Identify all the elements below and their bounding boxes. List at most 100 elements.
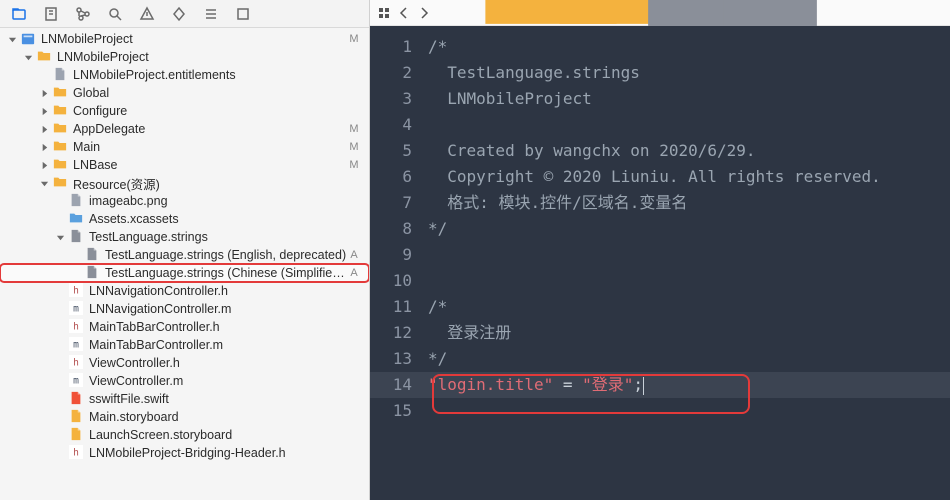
tree-row[interactable]: TestLanguage.strings (Chinese (Simplifie… xyxy=(0,264,369,282)
code-line[interactable]: 4 xyxy=(370,112,950,138)
tree-row[interactable]: h LNMobileProject-Bridging-Header.h xyxy=(0,444,369,462)
disclosure-triangle-icon[interactable] xyxy=(38,87,50,99)
disclosure-triangle-icon[interactable] xyxy=(38,177,50,189)
tree-row[interactable]: Configure xyxy=(0,102,369,120)
tree-row[interactable]: LNMobileProject xyxy=(0,48,369,66)
tree-row[interactable]: m LNNavigationController.m xyxy=(0,300,369,318)
project-navigator: LNMobileProjectM LNMobileProject LNMobileP… xyxy=(0,0,370,500)
nav-source-icon[interactable] xyxy=(42,5,60,23)
nav-symbols-icon[interactable] xyxy=(74,5,92,23)
code-line[interactable]: 6 Copyright © 2020 Liuniu. All rights re… xyxy=(370,164,950,190)
tree-item-label: Main.storyboard xyxy=(89,410,347,424)
h-icon: h xyxy=(68,356,84,370)
tree-row[interactable]: AppDelegateM xyxy=(0,120,369,138)
line-number: 9 xyxy=(370,242,428,268)
code-text: */ xyxy=(428,346,447,372)
tree-row[interactable]: mViewController.m xyxy=(0,372,369,390)
code-line[interactable]: 14"login.title" = "登录"; xyxy=(370,372,950,398)
nav-folder-icon[interactable] xyxy=(10,5,28,23)
tree-row[interactable]: Resource(资源) xyxy=(0,174,369,192)
code-line[interactable]: 5 Created by wangchx on 2020/6/29. xyxy=(370,138,950,164)
disclosure-triangle-icon[interactable] xyxy=(54,231,66,243)
code-line[interactable]: 10 xyxy=(370,268,950,294)
disclosure-triangle-icon[interactable] xyxy=(22,51,34,63)
tree-row[interactable]: TestLanguage.strings xyxy=(0,228,369,246)
scm-status: A xyxy=(347,249,361,261)
svg-text:m: m xyxy=(73,303,79,314)
code-line[interactable]: 11/* xyxy=(370,294,950,320)
line-number: 1 xyxy=(370,34,428,60)
code-line[interactable]: 7 格式: 模块.控件/区域名.变量名 xyxy=(370,190,950,216)
m-icon: m xyxy=(68,302,84,316)
tree-row[interactable]: LNBaseM xyxy=(0,156,369,174)
code-line[interactable]: 15 xyxy=(370,398,950,424)
tree-row[interactable]: h ViewController.h xyxy=(0,354,369,372)
tree-item-label: LNMobileProject xyxy=(57,50,347,64)
tree-row[interactable]: LNMobileProjectM xyxy=(0,30,369,48)
tree-item-label: LNNavigationController.m xyxy=(89,302,347,316)
disclosure-triangle-icon[interactable] xyxy=(38,141,50,153)
line-number: 3 xyxy=(370,86,428,112)
nav-search-icon[interactable] xyxy=(106,5,124,23)
disclosure-triangle-icon[interactable] xyxy=(38,105,50,117)
code-line[interactable]: 12 登录注册 xyxy=(370,320,950,346)
code-line[interactable]: 3 LNMobileProject xyxy=(370,86,950,112)
tree-item-label: LNMobileProject-Bridging-Header.h xyxy=(89,446,347,460)
nav-breakpoint-icon[interactable] xyxy=(234,5,252,23)
line-number: 12 xyxy=(370,320,428,346)
line-number: 11 xyxy=(370,294,428,320)
tree-row[interactable]: LaunchScreen.storyboard xyxy=(0,426,369,444)
tree-row[interactable]: MainM xyxy=(0,138,369,156)
h-icon: h xyxy=(68,320,84,334)
disclosure-triangle-icon[interactable] xyxy=(38,123,50,135)
tree-item-label: imageabc.png xyxy=(89,194,347,208)
editor-pane: LNMobileProject〉LN...oject〉Res...源)〉Test… xyxy=(370,0,950,500)
tree-item-label: TestLanguage.strings (English, deprecate… xyxy=(105,248,347,262)
tree-row[interactable]: hLNNavigationController.h xyxy=(0,282,369,300)
xc-icon xyxy=(68,212,84,226)
tree-row[interactable]: Global xyxy=(0,84,369,102)
tree-item-label: LaunchScreen.storyboard xyxy=(89,428,347,442)
svg-text:h: h xyxy=(73,357,79,368)
tree-row[interactable]: imageabc.png xyxy=(0,192,369,210)
code-line[interactable]: 1/* xyxy=(370,34,950,60)
code-text: Created by wangchx on 2020/6/29. xyxy=(428,138,756,164)
disclosure-triangle-icon[interactable] xyxy=(38,159,50,171)
nav-debug-icon[interactable] xyxy=(202,5,220,23)
h-icon: h xyxy=(68,446,84,460)
nav-tests-icon[interactable] xyxy=(170,5,188,23)
svg-text:m: m xyxy=(73,375,79,386)
strings-icon xyxy=(84,266,100,280)
code-line[interactable]: 9 xyxy=(370,242,950,268)
tree-row[interactable]: Main.storyboard xyxy=(0,408,369,426)
file-tree[interactable]: LNMobileProjectM LNMobileProject LNMobileP… xyxy=(0,28,369,500)
tree-item-label: AppDelegate xyxy=(73,122,347,136)
code-editor[interactable]: 1/*2 TestLanguage.strings3 LNMobileProje… xyxy=(370,26,950,500)
code-text: /* xyxy=(428,34,447,60)
nav-issues-icon[interactable] xyxy=(138,5,156,23)
tree-row[interactable]: LNMobileProject.entitlements xyxy=(0,66,369,84)
scm-status: M xyxy=(347,159,361,171)
line-number: 15 xyxy=(370,398,428,424)
code-text: TestLanguage.strings xyxy=(428,60,640,86)
tree-row[interactable]: TestLanguage.strings (English, deprecate… xyxy=(0,246,369,264)
tree-item-label: Resource(资源) xyxy=(73,174,347,193)
tree-row[interactable]: Assets.xcassets xyxy=(0,210,369,228)
code-text: LNMobileProject xyxy=(428,86,592,112)
scm-status: A xyxy=(347,267,361,279)
scm-status: M xyxy=(347,123,361,135)
code-line[interactable]: 2 TestLanguage.strings xyxy=(370,60,950,86)
tree-row[interactable]: hMainTabBarController.h xyxy=(0,318,369,336)
tree-item-label: ViewController.h xyxy=(89,356,347,370)
code-line[interactable]: 13*/ xyxy=(370,346,950,372)
code-line[interactable]: 8*/ xyxy=(370,216,950,242)
line-number: 10 xyxy=(370,268,428,294)
tree-row[interactable]: sswiftFile.swift xyxy=(0,390,369,408)
code-text: Copyright © 2020 Liuniu. All rights rese… xyxy=(428,164,881,190)
code-text: 登录注册 xyxy=(428,320,511,346)
tree-row[interactable]: mMainTabBarController.m xyxy=(0,336,369,354)
disclosure-triangle-icon[interactable] xyxy=(6,33,18,45)
tree-item-label: Configure xyxy=(73,104,347,118)
tree-item-label: LNNavigationController.h xyxy=(89,284,347,298)
related-items-icon[interactable] xyxy=(376,5,392,21)
